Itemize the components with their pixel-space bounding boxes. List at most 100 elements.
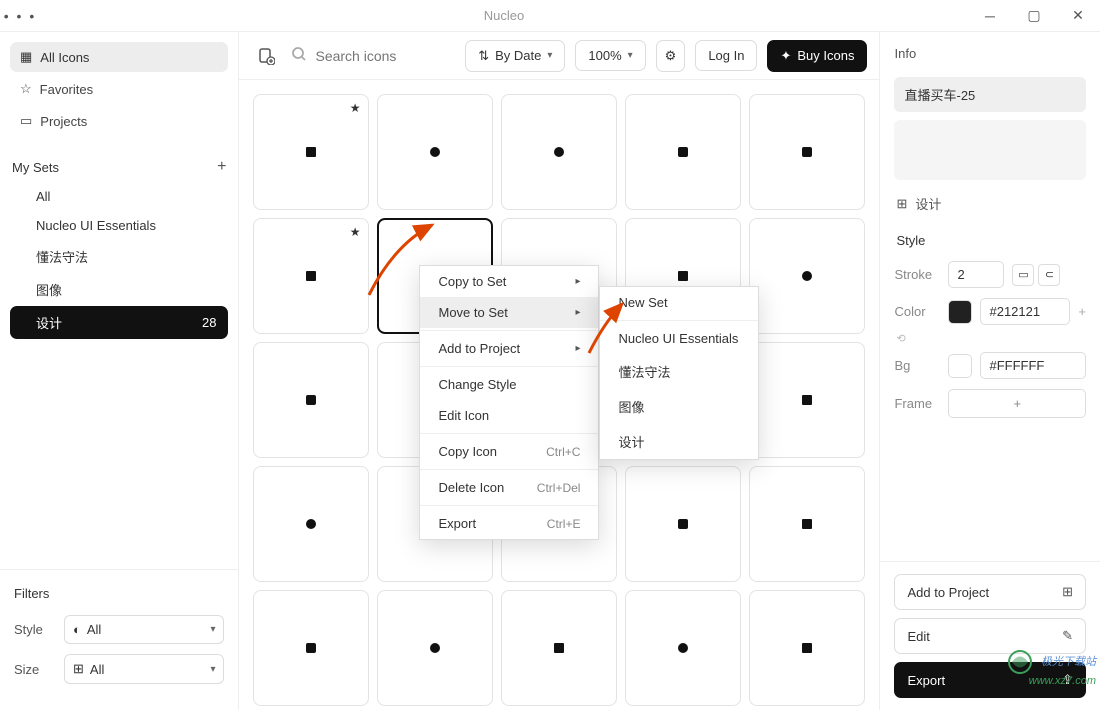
bg-swatch[interactable] — [948, 354, 972, 378]
add-set-button[interactable]: + — [217, 158, 226, 176]
color-label: Color — [894, 304, 940, 319]
add-frame-button[interactable]: + — [948, 389, 1086, 418]
set-item-design-label: 设计 — [36, 313, 62, 332]
set-item-all[interactable]: All — [10, 182, 228, 211]
set-item-cn2[interactable]: 图像 — [10, 273, 228, 306]
submenu-item[interactable]: 图像 — [600, 389, 758, 424]
icon-cell[interactable] — [377, 94, 493, 210]
set-item-cn1[interactable]: 懂法守法 — [10, 240, 228, 273]
filters-panel: Filters Style ◐All ▾ Size ⊞All ▾ — [0, 569, 238, 710]
ctx-edit-icon[interactable]: Edit Icon — [420, 400, 598, 431]
ctx-copy-to-set[interactable]: Copy to Set▸ — [420, 266, 598, 297]
ctx-move-to-set[interactable]: Move to Set▸ — [420, 297, 598, 328]
submenu-item[interactable]: 设计 — [600, 424, 758, 459]
chevron-down-icon: ▾ — [210, 664, 215, 675]
icon-cell[interactable] — [625, 94, 741, 210]
icon-cell[interactable] — [501, 94, 617, 210]
icon-cell[interactable] — [749, 590, 865, 706]
filter-style-value: All — [87, 622, 101, 637]
icon-name-tag[interactable]: 直播买车-25 — [894, 77, 1086, 112]
ruler-icon: ⊞ — [73, 661, 84, 677]
nav-favorites[interactable]: ☆ Favorites — [10, 74, 228, 104]
submenu-new-set[interactable]: New Set — [600, 287, 758, 318]
icon-cell[interactable] — [749, 466, 865, 582]
stroke-cap-round[interactable]: ⊂ — [1038, 264, 1060, 286]
link-colors-icon[interactable]: ⟲ — [880, 330, 1100, 347]
context-menu: Copy to Set▸ Move to Set▸ Add to Project… — [419, 265, 599, 540]
info-title: Info — [880, 32, 1100, 69]
stroke-input[interactable]: 2 — [948, 261, 1004, 288]
ctx-change-style[interactable]: Change Style — [420, 369, 598, 400]
search-input[interactable] — [315, 48, 455, 64]
icon-cell[interactable] — [253, 590, 369, 706]
stroke-label: Stroke — [894, 267, 940, 282]
submenu-item[interactable]: 懂法守法 — [600, 354, 758, 389]
window-close[interactable]: ✕ — [1056, 0, 1100, 32]
pencil-icon: ✎ — [1062, 628, 1073, 644]
app-menu-dots[interactable]: • • • — [0, 8, 40, 24]
settings-button[interactable]: ⚙ — [656, 40, 686, 72]
window-maximize[interactable]: ▢ — [1012, 0, 1056, 32]
zoom-button[interactable]: 100% ▾ — [575, 40, 645, 71]
set-item-design-count: 28 — [202, 315, 216, 330]
icon-cell[interactable] — [625, 590, 741, 706]
ctx-delete-icon[interactable]: Delete IconCtrl+Del — [420, 472, 598, 503]
nav-projects[interactable]: ▭ Projects — [10, 106, 228, 136]
star-outline-icon: ☆ — [20, 81, 32, 97]
sort-button[interactable]: ⇅ By Date ▾ — [465, 40, 565, 72]
edit-button[interactable]: Edit ✎ — [894, 618, 1086, 654]
icon-cell[interactable]: ★ — [253, 94, 369, 210]
submenu-item[interactable]: Nucleo UI Essentials — [600, 323, 758, 354]
set-item-design[interactable]: 设计 28 — [10, 306, 228, 339]
gear-icon: ⚙ — [665, 48, 677, 64]
icon-cell[interactable] — [253, 466, 369, 582]
nav-favorites-label: Favorites — [40, 82, 93, 97]
ctx-add-to-project[interactable]: Add to Project▸ — [420, 333, 598, 364]
set-item-nucleo-ui[interactable]: Nucleo UI Essentials — [10, 211, 228, 240]
titlebar: • • • Nucleo ─ ▢ ✕ — [0, 0, 1100, 32]
icon-cell[interactable] — [749, 342, 865, 458]
tree-icon: ⊞ — [896, 196, 907, 212]
window-title: Nucleo — [40, 8, 968, 23]
icon-cell[interactable] — [377, 590, 493, 706]
filter-style-select[interactable]: ◐ All ▾ — [64, 615, 224, 644]
stroke-cap-butt[interactable]: ▭ — [1012, 264, 1034, 286]
sparkle-icon: ✦ — [780, 48, 791, 64]
icon-preview — [894, 120, 1086, 180]
filter-size-select[interactable]: ⊞All ▾ — [64, 654, 224, 684]
tree-path[interactable]: ⊞ 设计 — [880, 188, 1100, 219]
icon-cell[interactable] — [501, 590, 617, 706]
chevron-right-icon: ▸ — [575, 307, 580, 318]
nav-all-icons[interactable]: ▦ All Icons — [10, 42, 228, 72]
contrast-icon: ◐ — [73, 622, 81, 637]
ctx-export[interactable]: ExportCtrl+E — [420, 508, 598, 539]
buy-icons-button[interactable]: ✦ Buy Icons — [767, 40, 867, 72]
add-to-project-button[interactable]: Add to Project ⊞ — [894, 574, 1086, 610]
filter-style-label: Style — [14, 622, 54, 637]
chevron-down-icon: ▾ — [628, 50, 633, 61]
ctx-copy-icon[interactable]: Copy IconCtrl+C — [420, 436, 598, 467]
main-toolbar: ⇅ By Date ▾ 100% ▾ ⚙ Log In ✦ Buy Icons — [239, 32, 879, 80]
nav-projects-label: Projects — [40, 114, 87, 129]
share-icon: ⇪ — [1062, 672, 1073, 688]
icon-cell[interactable] — [749, 94, 865, 210]
login-button[interactable]: Log In — [695, 40, 757, 71]
search-field[interactable] — [291, 46, 455, 65]
chevron-down-icon: ▾ — [547, 50, 552, 61]
my-sets-title: My Sets — [12, 160, 59, 175]
import-button[interactable] — [251, 41, 281, 71]
icon-cell[interactable] — [253, 342, 369, 458]
add-color-button[interactable]: + — [1078, 304, 1086, 319]
sort-icon: ⇅ — [478, 48, 489, 64]
export-button[interactable]: Export ⇪ — [894, 662, 1086, 698]
color-swatch[interactable] — [948, 300, 972, 324]
window-minimize[interactable]: ─ — [968, 0, 1012, 32]
color-input[interactable]: #212121 — [980, 298, 1070, 325]
icon-cell[interactable]: ★ — [253, 218, 369, 334]
icon-cell[interactable] — [625, 466, 741, 582]
folder-add-icon: ⊞ — [1062, 584, 1073, 600]
chevron-down-icon: ▾ — [210, 624, 215, 635]
icon-cell[interactable] — [749, 218, 865, 334]
bg-input[interactable]: #FFFFFF — [980, 352, 1086, 379]
search-icon — [291, 46, 307, 65]
